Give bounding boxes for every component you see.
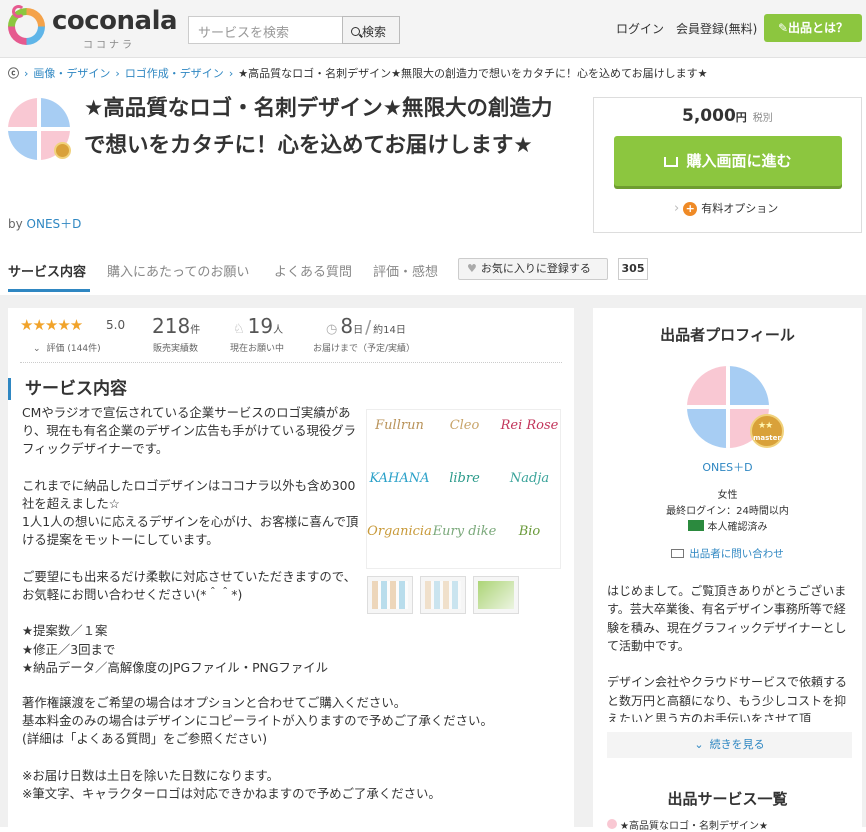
tab-purchase-requests[interactable]: 購入にあたってのお願い [107,261,249,280]
by-prefix: by [8,217,23,231]
breadcrumb-current: ★高品質なロゴ・名刺デザイン★無限大の創造力で想いをカタチに！心を込めてお届けし… [238,67,708,80]
stats-divider [20,362,562,363]
purchase-box: 5,000円 税別 購入画面に進む › + 有料オプション [593,97,862,233]
gallery-logo-1: Fullrun [375,418,424,433]
service-thumb-icon [607,819,617,829]
rating-count[interactable]: ⌄ 評価 (144件) [33,341,101,354]
service-content-heading: サービス内容 [8,378,127,400]
gallery-logo-8: Eury dike [432,524,497,539]
gallery-thumbnail-2[interactable] [420,576,466,614]
favorite-label: お気に入りに登録する [480,262,591,275]
chevron-down-icon: ⌄ [694,738,704,751]
sell-about-label: 出品とは？ [788,21,849,35]
sales-count: 218件 [152,314,201,338]
profile-heading: 出品者プロフィール [660,326,795,344]
logo-c-mark [12,5,25,18]
gallery-thumbnail-3[interactable] [473,576,519,614]
chevron-down-icon: ⌄ [33,344,41,354]
chevron-right-icon: › [24,67,29,80]
bell-icon: ♘ [233,322,245,337]
active-tab-indicator [8,289,90,292]
search-input[interactable]: サービスを検索 [188,16,343,44]
paid-option-toggle[interactable]: › + 有料オプション [674,200,778,216]
envelope-icon [671,549,685,558]
rating-stars: ★★★★★ [20,316,83,334]
favorite-count: 305 [618,258,648,280]
rating-value: 5.0 [106,318,126,332]
seller-name-link[interactable]: ONES＋D [593,459,862,475]
price-tax: 税別 [752,113,773,124]
buy-button-label: 購入画面に進む [686,152,792,170]
master-badge-icon: ★★ master [750,414,784,448]
gallery-thumbnail-1[interactable] [367,576,413,614]
services-list-heading: 出品サービス一覧 [667,790,788,808]
seller-bio: はじめまして。ご覧頂きありがとうございます。芸大卒業後、有名デザイン事務所等で経… [607,584,848,722]
delivery-label: お届けまで（予定/実績） [313,344,416,354]
logo-gallery-image[interactable]: Fullrun Cleo Rei Rose KAHANA libre Nadja Organ… [366,409,561,569]
clock-icon: ◷ [326,322,338,337]
gallery-logo-3: Rei Rose [500,418,559,433]
service-list-item[interactable]: ★高品質なロゴ・名刺デザイン★ [607,817,852,832]
service-description: CMやラジオで宣伝されている企業サービスのロゴ実績があり、現在も有名企業のデザイ… [22,405,359,675]
price: 5,000円 税別 [682,106,773,126]
gallery-logo-5: libre [449,471,480,486]
verified-icon [687,520,704,531]
gallery-logo-9: Bio [518,524,541,539]
gallery-logo-4: KAHANA [369,471,430,486]
seller-verified: 本人確認済み [593,518,862,533]
tab-faq[interactable]: よくある質問 [274,261,352,280]
service-main-panel: ★★★★★ 5.0 ⌄ 評価 (144件) 218件 販売実績数 ♘ 19人 現在お… [8,308,574,827]
seller-link[interactable]: ONES＋D [27,217,82,231]
service-description-notes: 著作権譲渡をご希望の場合はオプションと合わせてご購入ください。 基本料金のみの場… [22,695,493,802]
delivery-days: ◷ 8日 / 約14日 [326,314,406,338]
search-icon [351,27,360,36]
cart-icon [664,157,679,167]
heart-icon: ♥ [467,262,477,275]
contact-seller-link[interactable]: 出品者に問い合わせ [593,546,862,561]
chevron-right-icon: › [115,67,120,80]
login-link[interactable]: ログイン [616,20,664,37]
register-link[interactable]: 会員登録(無料) [676,20,757,37]
sell-about-button[interactable]: ✎出品とは？ [764,14,862,42]
buy-button[interactable]: 購入画面に進む [614,136,842,186]
site-header: coconala ココナラ サービスを検索 検索 ログイン 会員登録(無料) ✎… [0,0,866,58]
pencil-icon: ✎ [777,21,789,35]
seller-last-login: 最終ログイン：24時間以内 [666,506,789,517]
tab-reviews[interactable]: 評価・感想 [373,261,438,280]
price-value: 5,000 [682,106,736,126]
seller-gender: 女性 [717,490,738,501]
search-button-label: 検索 [362,25,387,39]
chevron-right-icon: › [674,201,680,216]
logo-subtitle: ココナラ [83,40,135,51]
plus-icon: + [683,202,698,216]
chevron-right-icon: › [228,67,234,80]
paid-option-label: 有料オプション [701,202,779,215]
logo-text[interactable]: coconala [52,6,178,36]
breadcrumb-item-design[interactable]: 画像・デザイン [33,67,110,80]
gallery-logo-7: Organicia [367,524,432,539]
medal-icon [54,142,71,159]
service-title: ★高品質なロゴ・名刺デザイン★無限大の創造力で想いをカタチに！心を込めてお届けし… [84,96,553,158]
search-button[interactable]: 検索 [342,16,400,44]
gallery-logo-2: Cleo [449,418,480,433]
gallery-logo-6: Nadja [509,471,550,486]
breadcrumb: ⓒ › 画像・デザイン › ロゴ作成・デザイン › ★高品質なロゴ・名刺デザイン★無限大の創… [8,65,707,81]
show-more-button[interactable]: ⌄ 続きを見る [607,732,852,758]
request-label: 現在お願い中 [230,344,285,354]
sales-label: 販売実績数 [153,344,199,354]
seller-profile-panel: 出品者プロフィール ★★ master ONES＋D 女性 最終ログイン：24時間… [593,308,862,832]
price-yen: 円 [735,111,747,124]
breadcrumb-item-logo[interactable]: ロゴ作成・デザイン [125,67,224,80]
request-count: ♘ 19人 [233,314,284,338]
seller-byline: by ONES＋D [8,215,81,232]
favorite-button[interactable]: ♥ お気に入りに登録する [458,258,608,280]
tab-service-content[interactable]: サービス内容 [8,261,86,280]
home-icon[interactable]: ⓒ [8,67,19,80]
